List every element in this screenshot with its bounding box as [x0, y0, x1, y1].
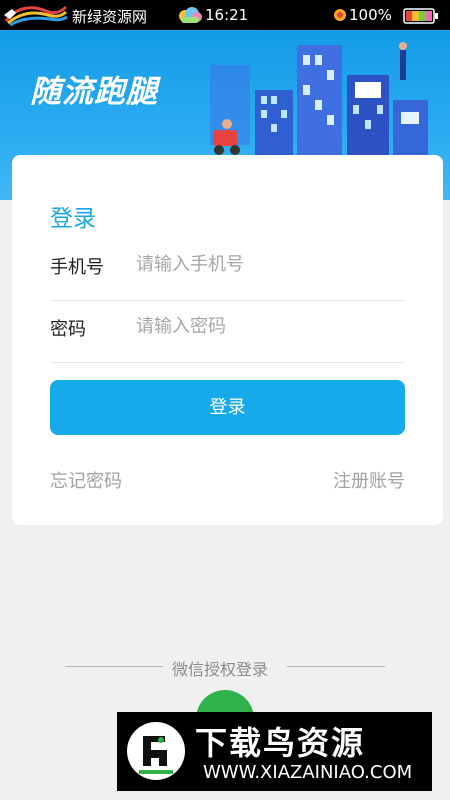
- login-title: 登录: [50, 206, 96, 232]
- watermark-title: 下载鸟资源: [195, 724, 366, 762]
- wechat-login-label: 微信授权登录: [172, 660, 269, 679]
- battery-percent: 100%: [349, 6, 392, 24]
- login-card: 登录 手机号 密码 登录 忘记密码 注册账号: [12, 155, 443, 525]
- bird-logo-icon: [127, 722, 185, 780]
- site-logo-icon: [4, 5, 68, 27]
- password-input[interactable]: [136, 311, 396, 341]
- forgot-password-link[interactable]: 忘记密码: [50, 467, 122, 493]
- phone-label: 手机号: [50, 257, 104, 278]
- password-label: 密码: [50, 319, 86, 340]
- password-field-row: 密码: [50, 295, 405, 363]
- weather-cloud-icon: [179, 7, 202, 23]
- watermark-banner: 下载鸟资源 WWW.XIAZAINIAO.COM: [117, 712, 432, 791]
- location-icon: [334, 9, 346, 21]
- status-site-name: 新绿资源网: [72, 8, 148, 26]
- battery-icon: [403, 8, 438, 24]
- status-time: 16:21: [205, 6, 249, 24]
- app-title: 随流跑腿: [30, 74, 158, 110]
- divider-left: [65, 666, 163, 667]
- login-button[interactable]: 登录: [50, 380, 405, 435]
- watermark-url: WWW.XIAZAINIAO.COM: [203, 762, 413, 783]
- divider-right: [287, 666, 385, 667]
- phone-input[interactable]: [136, 249, 396, 279]
- phone-field-row: 手机号: [50, 233, 405, 301]
- register-link[interactable]: 注册账号: [333, 467, 405, 493]
- status-bar: 新绿资源网 16:21 100%: [0, 0, 450, 30]
